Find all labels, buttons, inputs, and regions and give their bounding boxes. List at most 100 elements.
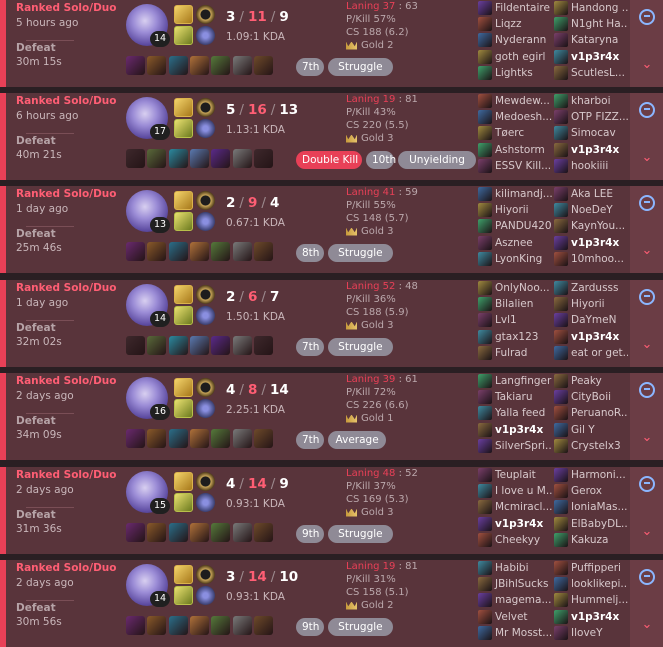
chevron-down-icon[interactable]: ⌄ [638,431,656,445]
item-slot-icon[interactable] [168,149,188,168]
match-card[interactable]: Ranked Solo/Duo 1 day ago Defeat 32m 02s 14 2… [0,280,663,367]
player-row[interactable]: PeruanoR... [554,405,628,421]
game-detail-icon[interactable] [639,476,655,492]
player-row[interactable]: Hummelj... [554,592,628,608]
player-row[interactable]: Gil Y [554,422,628,438]
item-slot-icon[interactable] [189,429,209,448]
secondary-rune-icon[interactable] [196,493,215,512]
player-row[interactable]: Kakuza [554,532,628,548]
trinket-icon[interactable] [253,616,273,635]
player-row[interactable]: Ashstorm [478,142,552,158]
item-slot-icon[interactable] [147,336,167,355]
item-slot-icon[interactable] [232,523,252,542]
player-row[interactable]: OTP FIZZ... [554,109,628,125]
player-row[interactable]: v1p3r4x [554,49,628,65]
keystone-rune-icon[interactable] [196,565,215,584]
item-slot-icon[interactable] [168,242,188,261]
item-slot-icon[interactable] [211,429,231,448]
chevron-down-icon[interactable]: ⌄ [638,618,656,632]
player-row[interactable]: Handong ... [554,0,628,16]
player-row[interactable]: v1p3r4x [554,609,628,625]
player-row[interactable]: kharboi [554,93,628,109]
player-row[interactable]: Lvl1 [478,312,552,328]
player-row[interactable]: Habibi [478,560,552,576]
player-row[interactable]: Puffipperi [554,560,628,576]
player-row[interactable]: Peaky [554,373,628,389]
game-detail-icon[interactable] [639,569,655,585]
player-row[interactable]: ESSV Kill... [478,158,552,174]
summoner-spell-ghost-icon[interactable] [174,306,193,325]
summoner-spell-flash-icon[interactable] [174,285,193,304]
item-slot-icon[interactable] [189,242,209,261]
player-row[interactable]: Mr Mosst... [478,625,552,641]
player-row[interactable]: 10mhoo... [554,251,628,267]
player-row[interactable]: CityBoii [554,389,628,405]
keystone-rune-icon[interactable] [196,98,215,117]
player-row[interactable]: v1p3r4x [554,235,628,251]
item-slot-icon[interactable] [126,336,145,355]
chevron-down-icon[interactable]: ⌄ [638,151,656,165]
player-row[interactable]: Harmoni... [554,467,628,483]
player-row[interactable]: Liqzz [478,16,552,32]
item-slot-icon[interactable] [147,56,167,75]
match-card[interactable]: Ranked Solo/Duo 2 days ago Defeat 34m 09s 16… [0,373,663,460]
player-row[interactable]: Takiaru [478,389,552,405]
summoner-spell-ghost-icon[interactable] [174,399,193,418]
player-row[interactable]: v1p3r4x [554,329,628,345]
chevron-down-icon[interactable]: ⌄ [638,244,656,258]
item-slot-icon[interactable] [126,149,145,168]
trinket-icon[interactable] [253,429,273,448]
game-detail-icon[interactable] [639,9,655,25]
player-row[interactable]: v1p3r4x [554,142,628,158]
item-slot-icon[interactable] [232,149,252,168]
player-row[interactable]: Mcmiracl... [478,499,552,515]
item-slot-icon[interactable] [232,616,252,635]
player-row[interactable]: LyonKing [478,251,552,267]
summoner-spell-flash-icon[interactable] [174,98,193,117]
item-slot-icon[interactable] [232,242,252,261]
item-slot-icon[interactable] [232,429,252,448]
item-slot-icon[interactable] [189,523,209,542]
player-row[interactable]: Bilalien [478,296,552,312]
player-row[interactable]: Asznee [478,235,552,251]
trinket-icon[interactable] [253,56,273,75]
player-row[interactable]: ScutlesL... [554,65,628,81]
player-row[interactable]: Langfinger [478,373,552,389]
item-slot-icon[interactable] [126,242,145,261]
item-slot-icon[interactable] [211,336,231,355]
item-slot-icon[interactable] [232,336,252,355]
keystone-rune-icon[interactable] [196,5,215,24]
keystone-rune-icon[interactable] [196,378,215,397]
summoner-spell-flash-icon[interactable] [174,565,193,584]
trinket-icon[interactable] [253,149,273,168]
summoner-spell-ghost-icon[interactable] [174,26,193,45]
item-slot-icon[interactable] [211,149,231,168]
player-row[interactable]: Gerox [554,483,628,499]
player-row[interactable]: KaynYou... [554,218,628,234]
summoner-spell-flash-icon[interactable] [174,191,193,210]
item-slot-icon[interactable] [147,242,167,261]
trinket-icon[interactable] [253,336,273,355]
match-card[interactable]: Ranked Solo/Duo 1 day ago Defeat 25m 46s 13 2… [0,186,663,273]
item-slot-icon[interactable] [211,616,231,635]
trinket-icon[interactable] [253,523,273,542]
item-slot-icon[interactable] [147,429,167,448]
item-slot-icon[interactable] [168,429,188,448]
player-row[interactable]: Zardusss [554,280,628,296]
player-row[interactable]: Aka LEE [554,186,628,202]
player-row[interactable]: Yalla feed [478,405,552,421]
game-detail-icon[interactable] [639,382,655,398]
player-row[interactable]: looklikepi... [554,576,628,592]
summoner-spell-flash-icon[interactable] [174,5,193,24]
item-slot-icon[interactable] [189,149,209,168]
item-slot-icon[interactable] [211,523,231,542]
player-row[interactable]: NoeDeY [554,202,628,218]
summoner-spell-ghost-icon[interactable] [174,212,193,231]
player-row[interactable]: Fulrad [478,345,552,361]
match-card[interactable]: Ranked Solo/Duo 6 hours ago Defeat 40m 21s 1… [0,93,663,180]
item-slot-icon[interactable] [168,616,188,635]
item-slot-icon[interactable] [126,56,145,75]
player-row[interactable]: Kataryna [554,32,628,48]
player-row[interactable]: Nyderann [478,32,552,48]
trinket-icon[interactable] [253,242,273,261]
